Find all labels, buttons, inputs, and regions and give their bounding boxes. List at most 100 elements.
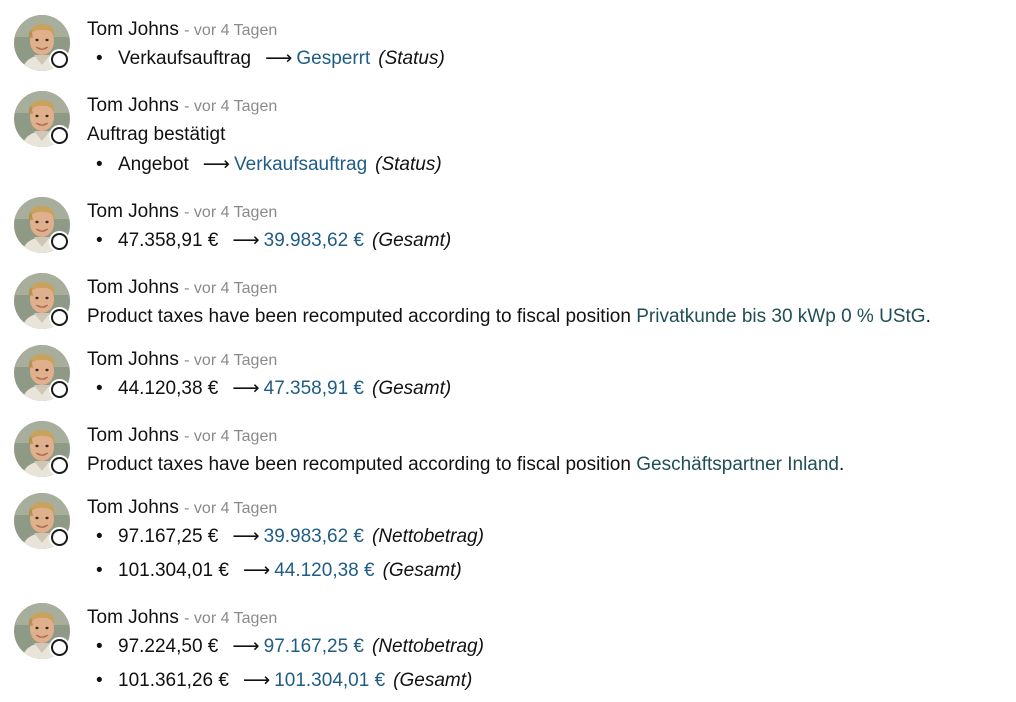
presence-status-icon: [51, 457, 68, 474]
field-name: (Gesamt): [372, 378, 452, 399]
message-body: Product taxes have been recomputed accor…: [87, 453, 1016, 477]
tracking-list: • 97.224,50 € ⟶ 97.167,25 € (Nettobetrag) •…: [87, 635, 1016, 693]
bullet: •: [96, 378, 103, 399]
field-name: (Nettobetrag): [372, 636, 484, 657]
tracking-list: • 44.120,38 € ⟶ 47.358,91 € (Gesamt): [87, 377, 1016, 401]
author-name[interactable]: Tom Johns: [87, 201, 179, 222]
message-content: Tom Johns - vor 4 Tagen • 97.224,50 € ⟶ 97…: [87, 607, 1016, 693]
user-avatar[interactable]: [14, 345, 70, 401]
message-date: - vor 4 Tagen: [184, 428, 278, 445]
message-body: Product taxes have been recomputed accor…: [87, 305, 1016, 329]
user-avatar[interactable]: [14, 15, 70, 71]
arrow-icon: ⟶: [242, 670, 271, 691]
old-value: 97.224,50 €: [118, 636, 219, 657]
arrow-icon: ⟶: [232, 230, 260, 251]
message-date: - vor 4 Tagen: [184, 204, 278, 221]
new-value: 97.167,25 €: [263, 636, 364, 657]
tracking-item: • 97.224,50 € ⟶ 97.167,25 € (Nettobetrag): [87, 635, 1016, 659]
tracking-item: • 97.167,25 € ⟶ 39.983,62 € (Nettobetrag): [87, 525, 1016, 549]
message-date: - vor 4 Tagen: [184, 352, 278, 369]
arrow-icon: ⟶: [202, 154, 231, 175]
author-name[interactable]: Tom Johns: [87, 19, 179, 40]
message-header: Tom Johns - vor 4 Tagen: [87, 425, 1016, 447]
author-name[interactable]: Tom Johns: [87, 607, 179, 628]
message-header: Tom Johns - vor 4 Tagen: [87, 607, 1016, 629]
presence-status-icon: [51, 127, 68, 144]
bullet: •: [96, 526, 103, 547]
new-value: 47.358,91 €: [263, 378, 364, 399]
period: .: [925, 306, 931, 327]
message-content: Tom Johns - vor 4 Tagen • 97.167,25 € ⟶ 39…: [87, 497, 1016, 583]
fiscal-position-link[interactable]: Geschäftspartner Inland: [636, 454, 839, 475]
message-content: Tom Johns - vor 4 Tagen Auftrag bestätig…: [87, 95, 1016, 177]
tracking-list: • 97.167,25 € ⟶ 39.983,62 € (Nettobetrag) •…: [87, 525, 1016, 583]
presence-status-icon: [51, 309, 68, 326]
presence-status-icon: [51, 529, 68, 546]
arrow-icon: ⟶: [265, 48, 293, 69]
tracking-item: • 101.361,26 € ⟶ 101.304,01 € (Gesamt): [87, 669, 1016, 693]
fiscal-position-link[interactable]: Privatkunde bis 30 kWp 0 % UStG: [636, 306, 925, 327]
arrow-icon: ⟶: [232, 378, 260, 399]
message-body-text: Product taxes have been recomputed accor…: [87, 306, 631, 327]
user-avatar[interactable]: [14, 197, 70, 253]
tracking-item: • 44.120,38 € ⟶ 47.358,91 € (Gesamt): [87, 377, 1016, 401]
presence-status-icon: [51, 381, 68, 398]
field-name: (Status): [378, 48, 445, 69]
old-value: Verkaufsauftrag: [118, 48, 252, 69]
user-avatar[interactable]: [14, 91, 70, 147]
message-content: Tom Johns - vor 4 Tagen • 47.358,91 € ⟶ 39…: [87, 201, 1016, 253]
bullet: •: [96, 560, 103, 581]
arrow-icon: ⟶: [242, 560, 271, 581]
author-name[interactable]: Tom Johns: [87, 425, 179, 446]
message-date: - vor 4 Tagen: [184, 610, 278, 627]
old-value: 101.304,01 €: [118, 560, 229, 581]
message-body: Auftrag bestätigt: [87, 124, 226, 145]
author-name[interactable]: Tom Johns: [87, 277, 179, 298]
new-value: 44.120,38 €: [274, 560, 375, 581]
message-date: - vor 4 Tagen: [184, 22, 278, 39]
user-avatar[interactable]: [14, 603, 70, 659]
tracking-item: • 101.304,01 € ⟶ 44.120,38 € (Gesamt): [87, 559, 1016, 583]
message-date: - vor 4 Tagen: [184, 280, 278, 297]
new-value: 39.983,62 €: [263, 526, 364, 547]
tracking-item: • Verkaufsauftrag ⟶ Gesperrt (Status): [87, 47, 1016, 71]
message-date: - vor 4 Tagen: [184, 500, 278, 517]
bullet: •: [96, 670, 103, 691]
presence-status-icon: [51, 51, 68, 68]
field-name: (Gesamt): [393, 670, 473, 691]
bullet: •: [96, 230, 103, 251]
user-avatar[interactable]: [14, 273, 70, 329]
author-name[interactable]: Tom Johns: [87, 349, 179, 370]
field-name: (Gesamt): [372, 230, 452, 251]
field-name: (Gesamt): [382, 560, 462, 581]
presence-status-icon: [51, 639, 68, 656]
message-content: Tom Johns - vor 4 Tagen • Verkaufsauftra…: [87, 19, 1016, 71]
arrow-icon: ⟶: [232, 636, 260, 657]
user-avatar[interactable]: [14, 493, 70, 549]
arrow-icon: ⟶: [232, 526, 260, 547]
new-value: Gesperrt: [296, 48, 371, 69]
tracking-list: • Angebot ⟶ Verkaufsauftrag (Status): [87, 153, 1016, 177]
author-name[interactable]: Tom Johns: [87, 497, 179, 518]
old-value: 44.120,38 €: [118, 378, 219, 399]
new-value: 101.304,01 €: [274, 670, 386, 691]
message-date: - vor 4 Tagen: [184, 98, 278, 115]
message-content: Tom Johns - vor 4 Tagen Product taxes ha…: [87, 277, 1016, 329]
user-avatar[interactable]: [14, 421, 70, 477]
old-value: 47.358,91 €: [118, 230, 219, 251]
message-header: Tom Johns - vor 4 Tagen: [87, 277, 1016, 299]
message-header: Tom Johns - vor 4 Tagen: [87, 19, 1016, 41]
tracking-list: • Verkaufsauftrag ⟶ Gesperrt (Status): [87, 47, 1016, 71]
field-name: (Nettobetrag): [372, 526, 484, 547]
bullet: •: [96, 636, 103, 657]
tracking-item: • Angebot ⟶ Verkaufsauftrag (Status): [87, 153, 1016, 177]
old-value: 97.167,25 €: [118, 526, 219, 547]
bullet: •: [96, 48, 103, 69]
period: .: [839, 454, 845, 475]
message-header: Tom Johns - vor 4 Tagen: [87, 201, 1016, 223]
field-name: (Status): [375, 154, 442, 175]
author-name[interactable]: Tom Johns: [87, 95, 179, 116]
new-value: Verkaufsauftrag: [234, 154, 368, 175]
old-value: Angebot: [118, 154, 189, 175]
message-content: Tom Johns - vor 4 Tagen • 44.120,38 € ⟶ 47…: [87, 349, 1016, 401]
